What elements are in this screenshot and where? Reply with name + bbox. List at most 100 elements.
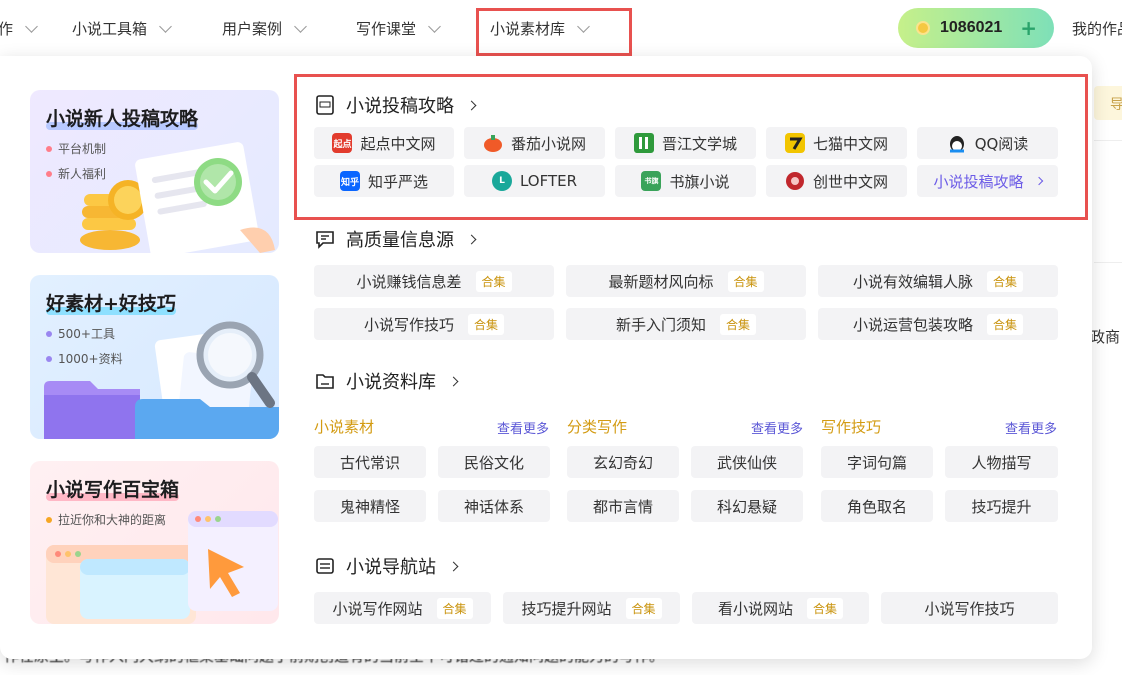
chevron-right-icon (466, 234, 477, 244)
checkmark-document-icon (80, 142, 275, 253)
library-chip[interactable]: 字词句篇 (821, 446, 933, 478)
chip-label: 人物描写 (971, 453, 1032, 472)
nav-station-chip[interactable]: 看小说网站 合集 (692, 592, 869, 624)
coin-balance: 1086021 (940, 19, 1003, 36)
nav-station-chip[interactable]: 小说写作技巧 (881, 592, 1058, 624)
chip-label: 小说有效编辑人脉 (852, 272, 973, 291)
info-chip[interactable]: 新手入门须知 合集 (566, 308, 806, 340)
section-title: 高质量信息源 (346, 230, 454, 251)
chip-label: 新手入门须知 (615, 315, 706, 334)
chevron-right-icon (448, 376, 459, 386)
coin-balance-button[interactable]: 1086021 + (898, 8, 1054, 48)
background-pill: 导 (1094, 86, 1122, 120)
nav-item-label: 用户案例 (222, 20, 283, 38)
cursor-window-icon (46, 511, 278, 624)
section-title: 小说导航站 (346, 557, 436, 578)
library-chip[interactable]: 鬼神精怪 (314, 490, 426, 522)
see-more-link[interactable]: 查看更多 (751, 418, 803, 437)
nav-item-label: 作 (0, 20, 14, 38)
chip-label: 古代常识 (339, 453, 400, 472)
collection-tag: 合集 (987, 270, 1024, 292)
chip-label: 小说赚钱信息差 (356, 272, 462, 291)
info-chip[interactable]: 小说写作技巧 合集 (314, 308, 554, 340)
active-nav-highlight (476, 8, 632, 56)
see-more-link[interactable]: 查看更多 (1005, 418, 1057, 437)
library-chip[interactable]: 角色取名 (821, 490, 933, 522)
nav-item-label: 写作课堂 (356, 20, 417, 38)
plus-icon[interactable]: + (1020, 16, 1037, 40)
chip-label: 最新题材风向标 (608, 272, 714, 291)
library-chip[interactable]: 民俗文化 (438, 446, 550, 478)
chip-label: 小说运营包装攻略 (852, 315, 973, 334)
library-chip[interactable]: 武侠仙侠 (691, 446, 803, 478)
library-chip[interactable]: 都市言情 (567, 490, 679, 522)
info-chip[interactable]: 最新题材风向标 合集 (566, 265, 806, 297)
chevron-down-icon (294, 19, 307, 33)
nav-item-toolbox[interactable]: 小说工具箱 (72, 18, 172, 39)
card-title: 小说写作百宝箱 (46, 479, 180, 501)
nav-item-courses[interactable]: 写作课堂 (356, 18, 441, 39)
chip-label: 小说写作网站 (332, 599, 423, 618)
nav-item-partial[interactable]: 作 (0, 18, 38, 39)
chip-label: 角色取名 (846, 497, 907, 516)
section-header-library[interactable]: 小说资料库 (314, 368, 459, 394)
info-chip[interactable]: 小说运营包装攻略 合集 (818, 308, 1058, 340)
collection-tag: 合集 (468, 313, 505, 335)
nav-station-chip[interactable]: 技巧提升网站 合集 (503, 592, 680, 624)
chip-label: 都市言情 (592, 497, 653, 516)
library-chip[interactable]: 科幻悬疑 (691, 490, 803, 522)
nav-item-cases[interactable]: 用户案例 (222, 18, 307, 39)
collection-tag: 合集 (807, 597, 844, 619)
category-title: 写作技巧 (821, 418, 882, 436)
promo-card-materials[interactable]: 好素材+好技巧 500+工具 1000+资料 (30, 275, 279, 439)
section-header-info[interactable]: 高质量信息源 (314, 226, 477, 252)
chip-label: 科幻悬疑 (716, 497, 777, 516)
chip-label: 字词句篇 (846, 453, 907, 472)
info-chip[interactable]: 小说有效编辑人脉 合集 (818, 265, 1058, 297)
coin-icon (916, 21, 930, 35)
background-text: 政商 (1090, 328, 1121, 346)
section-highlight-box (294, 74, 1088, 220)
see-more-link[interactable]: 查看更多 (497, 418, 549, 437)
chip-label: 民俗文化 (463, 453, 524, 472)
chip-label: 小说写作技巧 (924, 599, 1015, 618)
chip-label: 看小说网站 (717, 599, 793, 618)
card-title: 小说新人投稿攻略 (46, 108, 199, 130)
library-chip[interactable]: 人物描写 (945, 446, 1058, 478)
collection-tag: 合集 (987, 313, 1024, 335)
section-title: 小说资料库 (346, 372, 436, 393)
divider (1094, 140, 1122, 141)
nav-item-label: 小说工具箱 (72, 20, 148, 38)
library-chip[interactable]: 技巧提升 (945, 490, 1058, 522)
chip-label: 神话体系 (463, 497, 524, 516)
collection-tag: 合集 (475, 270, 512, 292)
info-chip[interactable]: 小说赚钱信息差 合集 (314, 265, 554, 297)
chip-label: 小说写作技巧 (363, 315, 454, 334)
collection-tag: 合集 (727, 270, 764, 292)
collection-tag: 合集 (436, 597, 473, 619)
promo-card-toolbox[interactable]: 小说写作百宝箱 拉近你和大神的距离 (30, 461, 279, 624)
chip-label: 技巧提升 (971, 497, 1032, 516)
my-works-link[interactable]: 我的作品 (1072, 18, 1122, 39)
magnifier-folder-icon (44, 321, 279, 439)
category-title: 小说素材 (314, 418, 375, 436)
chip-label: 玄幻奇幻 (592, 453, 653, 472)
card-title: 好素材+好技巧 (46, 293, 176, 315)
chip-label: 技巧提升网站 (521, 599, 612, 618)
chevron-down-icon (25, 19, 38, 33)
chip-label: 鬼神精怪 (339, 497, 400, 516)
collection-tag: 合集 (720, 313, 757, 335)
section-header-nav-station[interactable]: 小说导航站 (314, 553, 459, 579)
divider (1094, 262, 1122, 263)
list-icon (316, 558, 334, 574)
message-icon (316, 231, 334, 249)
chevron-right-icon (448, 561, 459, 571)
library-chip[interactable]: 玄幻奇幻 (567, 446, 679, 478)
promo-card-submission[interactable]: 小说新人投稿攻略 平台机制 新人福利 (30, 90, 279, 253)
library-chip[interactable]: 古代常识 (314, 446, 426, 478)
nav-station-chip[interactable]: 小说写作网站 合集 (314, 592, 491, 624)
library-chip[interactable]: 神话体系 (438, 490, 550, 522)
top-navbar: 作 小说工具箱 用户案例 写作课堂 小说素材库 1086021 + 我的作品 (0, 0, 1122, 58)
folder-icon (316, 374, 334, 389)
category-title: 分类写作 (567, 418, 628, 436)
